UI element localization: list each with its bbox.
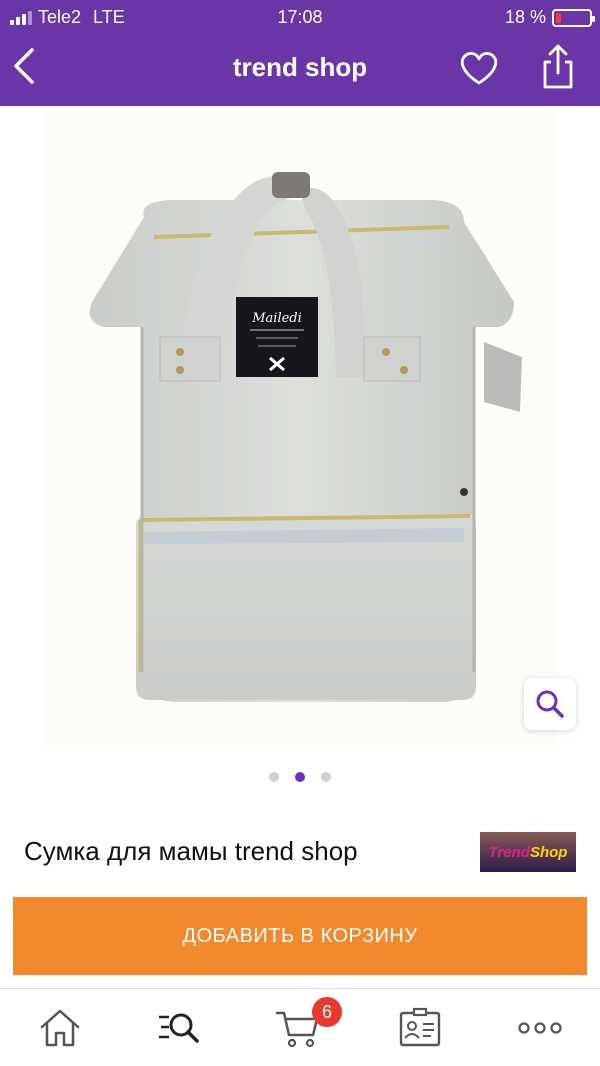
gallery-pagination <box>0 772 600 782</box>
cart-badge: 6 <box>312 997 342 1027</box>
gallery-dot-1[interactable] <box>269 772 279 782</box>
status-right: 18 % <box>504 7 595 28</box>
favorite-button[interactable] <box>458 48 500 88</box>
tab-more[interactable] <box>500 989 580 1066</box>
tab-catalog[interactable] <box>140 989 220 1066</box>
battery-label: 18 % <box>504 7 546 27</box>
home-icon <box>40 1009 80 1047</box>
more-icon <box>518 1022 562 1034</box>
status-bar: Tele2 LTE 17:08 18 % <box>0 0 600 34</box>
share-icon <box>543 44 573 89</box>
product-title-row: Сумка для мамы trend shop Trend Shop <box>0 826 600 876</box>
add-to-cart-button[interactable]: ДОБАВИТЬ В КОРЗИНУ <box>13 897 587 975</box>
svg-text:Mailedi: Mailedi <box>251 311 302 326</box>
magnifier-icon <box>536 690 564 718</box>
brand-logo-part1: Trend <box>488 843 530 861</box>
product-title: Сумка для мамы trend shop <box>24 836 358 866</box>
catalog-search-icon <box>159 1013 199 1043</box>
gallery-dot-2[interactable] <box>295 772 305 782</box>
gallery-dot-3[interactable] <box>321 772 331 782</box>
battery-icon <box>552 8 595 27</box>
zoom-button[interactable] <box>524 678 576 730</box>
bottom-tab-bar: 6 <box>0 988 600 1066</box>
backpack-illustration: Mailedi <box>89 172 522 702</box>
nav-bar: trend shop <box>0 34 600 106</box>
profile-card-icon <box>399 1007 441 1047</box>
tab-profile[interactable] <box>380 989 460 1066</box>
product-image[interactable]: Mailedi <box>44 112 556 748</box>
brand-logo-part2: Shop <box>529 843 568 861</box>
heart-icon <box>460 52 498 85</box>
app-header: Tele2 LTE 17:08 18 % trend shop <box>0 0 600 106</box>
tab-home[interactable] <box>20 989 100 1066</box>
brand-logo: Trend Shop <box>480 832 576 872</box>
page-title: trend shop <box>232 52 368 82</box>
share-button[interactable] <box>538 42 578 90</box>
